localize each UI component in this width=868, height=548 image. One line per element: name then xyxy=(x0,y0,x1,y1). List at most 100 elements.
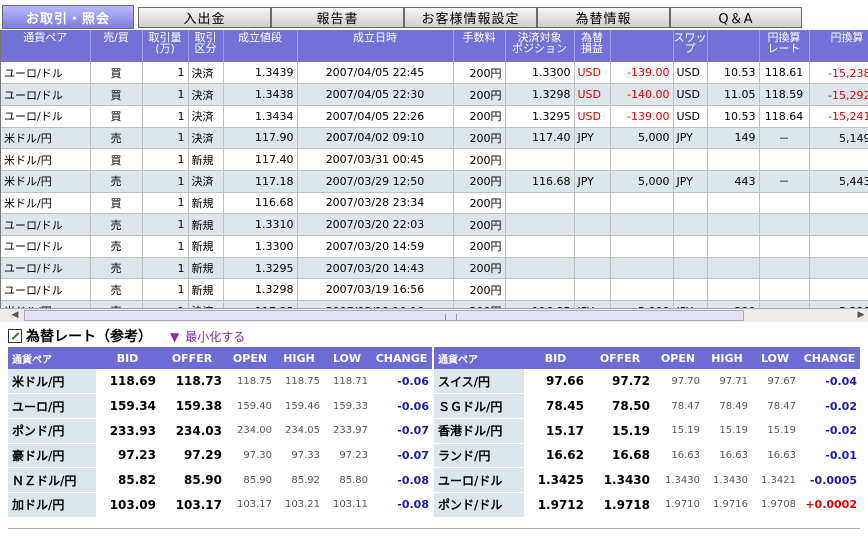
table-cell: 1.3298 xyxy=(505,83,575,106)
table-cell: 117.18 xyxy=(223,170,298,193)
table-cell: 米ドル/円 xyxy=(1,170,91,193)
column-header: 円換算 xyxy=(809,30,868,62)
table-cell: 117.90 xyxy=(223,127,298,150)
table-cell: JPY xyxy=(574,127,611,150)
table-cell xyxy=(809,192,868,215)
table-cell xyxy=(505,257,575,280)
table-cell: 1.3310 xyxy=(223,213,298,236)
rate-low: 118.71 xyxy=(323,369,371,395)
table-cell: -139.00 xyxy=(610,105,674,128)
minimize-label: 最小化する xyxy=(185,329,246,344)
scroll-left-icon[interactable]: ◀ xyxy=(8,309,22,322)
column-header: 成立日時 xyxy=(297,30,454,62)
rate-row[interactable]: 米ドル/円 118.69 118.73 118.75 118.75 118.71 -0.06 xyxy=(8,369,432,395)
rate-row[interactable]: ユーロ/円 159.34 159.38 159.40 159.46 159.33 -0.06 xyxy=(8,393,432,419)
rate-offer: 16.68 xyxy=(587,443,653,469)
rate-low: 97.67 xyxy=(751,369,799,395)
table-cell xyxy=(759,213,810,236)
table-row[interactable]: 米ドル/円買 1 新規 116.68 2007/03/28 23:34 200円 xyxy=(1,192,868,215)
scroll-thumb[interactable] xyxy=(24,310,744,321)
table-cell: 売 xyxy=(90,127,143,150)
table-cell: ユーロ/ドル xyxy=(1,213,91,236)
table-cell: 1 xyxy=(142,127,189,150)
table-row[interactable]: ユーロ/ドル売 1 新規 1.3295 2007/03/20 14:43 200円 xyxy=(1,257,868,280)
table-row[interactable]: ユーロ/ドル買 1 決済 1.3434 2007/04/05 22:26 200円 1.32… xyxy=(1,105,868,128)
table-cell: 200円 xyxy=(453,192,506,215)
table-cell: 200円 xyxy=(453,278,506,302)
table-cell: JPY xyxy=(673,127,708,150)
table-cell: 2007/03/20 22:03 xyxy=(297,213,454,236)
rates-column-header: HIGH xyxy=(275,347,323,369)
rate-low: 233.97 xyxy=(323,418,371,444)
rate-pair: 加ドル/円 xyxy=(8,492,96,518)
rate-change: +0.0002 xyxy=(799,492,860,518)
table-cell: 2007/04/05 22:30 xyxy=(297,83,454,106)
rate-bid: 1.3425 xyxy=(524,467,587,493)
table-cell: 1 xyxy=(142,235,189,258)
rate-row[interactable]: 豪ドル/円 97.23 97.29 97.30 97.33 97.23 -0.07 xyxy=(8,443,432,469)
rate-row[interactable]: 香港ドル/円 15.17 15.19 15.19 15.19 15.19 -0.02 xyxy=(434,418,860,444)
table-cell: ユーロ/ドル xyxy=(1,278,91,302)
table-row[interactable]: 米ドル/円買 1 新規 117.40 2007/03/31 00:45 200円 xyxy=(1,148,868,171)
table-cell: 新規 xyxy=(188,278,224,302)
rate-open: 103.17 xyxy=(225,492,275,518)
table-cell xyxy=(707,192,760,215)
table-cell: 116.68 xyxy=(223,192,298,215)
rates-column-header: OFFER xyxy=(159,347,225,369)
tab-reports[interactable]: 報告書 xyxy=(271,7,404,28)
rate-row[interactable]: ポンド/円 233.93 234.03 234.00 234.05 233.97 -0.07 xyxy=(8,418,432,444)
rate-row[interactable]: ユーロ/ドル 1.3425 1.3430 1.3430 1.3430 1.3421 -0.0… xyxy=(434,467,860,493)
rate-high: 234.05 xyxy=(275,418,323,444)
table-cell xyxy=(610,278,674,302)
table-row[interactable]: 米ドル/円売 1 決済 117.90 2007/04/02 09:10 200円 117.4… xyxy=(1,127,868,150)
table-cell: － xyxy=(759,127,810,150)
tab-deposit[interactable]: 入出金 xyxy=(138,7,271,28)
rate-row[interactable]: ランド/円 16.62 16.68 16.63 16.63 16.63 -0.01 xyxy=(434,443,860,469)
rate-row[interactable]: 加ドル/円 103.09 103.17 103.17 103.21 103.11 -0.08 xyxy=(8,492,432,518)
table-cell: 米ドル/円 xyxy=(1,148,91,171)
table-cell xyxy=(673,257,708,280)
scroll-right-icon[interactable]: ▶ xyxy=(854,309,868,322)
scroll-grip-icon xyxy=(445,314,457,320)
tab-trading[interactable]: お取引・照会 xyxy=(2,5,134,29)
rate-row[interactable]: ＮＺドル/円 85.82 85.90 85.90 85.92 85.80 -0.08 xyxy=(8,467,432,493)
table-row[interactable]: ユーロ/ドル売 1 新規 1.3310 2007/03/20 22:03 200円 xyxy=(1,213,868,236)
table-cell: 11.05 xyxy=(707,83,760,106)
rate-change: -0.08 xyxy=(371,467,432,493)
horizontal-scrollbar[interactable]: ◀ ▶ xyxy=(0,308,868,322)
column-header: 取引量 (万) xyxy=(142,30,189,62)
table-cell: USD xyxy=(673,83,708,106)
table-cell xyxy=(610,213,674,236)
tab-customer-settings[interactable]: お客様情報設定 xyxy=(404,7,537,28)
table-cell: -140.00 xyxy=(610,83,674,106)
tab-fx-info[interactable]: 為替情報 xyxy=(537,7,670,28)
table-row[interactable]: 米ドル/円売 1 決済 117.18 2007/03/29 12:50 200円 116.6… xyxy=(1,170,868,193)
tab-qa[interactable]: Q＆A xyxy=(670,7,802,28)
table-cell xyxy=(809,278,868,302)
table-cell: 200円 xyxy=(453,148,506,171)
rate-row[interactable]: ポンド/ドル 1.9712 1.9718 1.9710 1.9716 1.9708 +0.0… xyxy=(434,492,860,518)
table-cell: 2007/03/28 23:34 xyxy=(297,192,454,215)
table-cell: 1 xyxy=(142,278,189,302)
table-cell xyxy=(707,257,760,280)
rate-row[interactable]: ＳＧドル/円 78.45 78.50 78.47 78.49 78.47 -0.02 xyxy=(434,393,860,419)
table-cell: 買 xyxy=(90,148,143,171)
table-cell: -15,292円 xyxy=(809,83,868,106)
table-cell: 1 xyxy=(142,83,189,106)
table-cell: 決済 xyxy=(188,105,224,128)
table-cell: JPY xyxy=(673,170,708,193)
rate-row[interactable]: スイス/円 97.66 97.72 97.70 97.71 97.67 -0.04 xyxy=(434,369,860,395)
triangle-down-icon: ▼ xyxy=(170,329,180,344)
table-cell xyxy=(809,148,868,171)
table-row[interactable]: ユーロ/ドル買 1 決済 1.3439 2007/04/05 22:45 200円 1.33… xyxy=(1,62,868,85)
table-cell xyxy=(673,192,708,215)
table-row[interactable]: ユーロ/ドル売 1 新規 1.3300 2007/03/20 14:59 200円 xyxy=(1,235,868,258)
table-row[interactable]: ユーロ/ドル買 1 決済 1.3438 2007/04/05 22:30 200円 1.32… xyxy=(1,83,868,106)
table-row[interactable]: ユーロ/ドル売 1 新規 1.3298 2007/03/19 16:56 200円 xyxy=(1,278,868,302)
table-cell xyxy=(574,235,611,258)
rate-open: 1.3430 xyxy=(653,467,703,493)
table-cell: 1 xyxy=(142,105,189,128)
minimize-link[interactable]: ▼ 最小化する xyxy=(170,328,245,345)
table-cell xyxy=(574,257,611,280)
table-cell xyxy=(610,148,674,171)
